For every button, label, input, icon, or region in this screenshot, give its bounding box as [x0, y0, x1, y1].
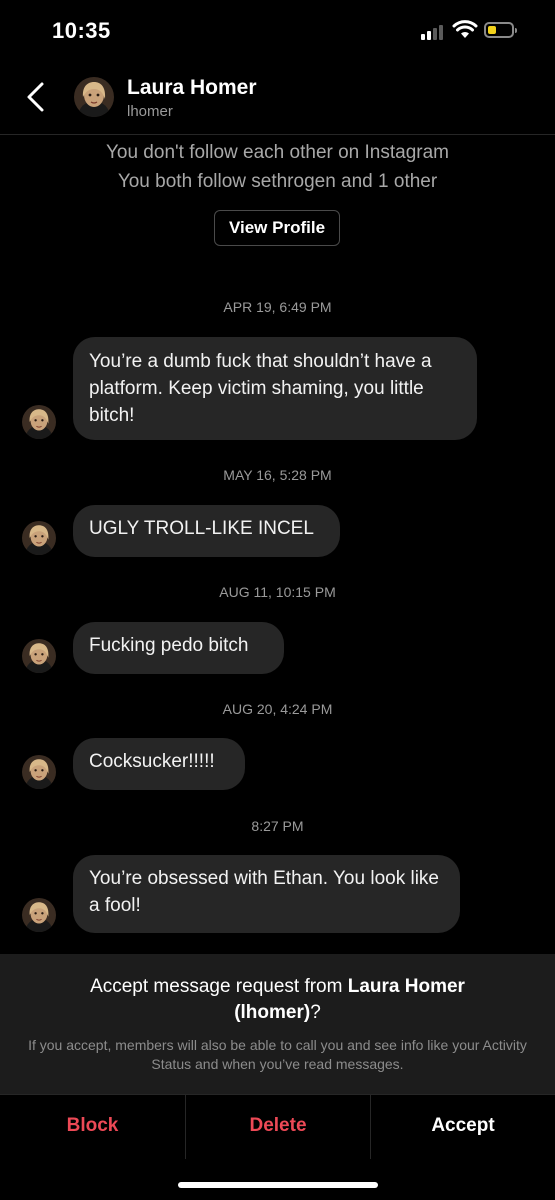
sender-avatar[interactable] — [22, 898, 56, 932]
prompt-username: (lhomer) — [234, 1002, 311, 1023]
header-username: lhomer — [127, 103, 173, 120]
accept-request-note: If you accept, members will also be able… — [28, 1037, 527, 1072]
back-chevron-icon[interactable] — [22, 80, 52, 114]
message-timestamp: AUG 11, 10:15 PM — [219, 584, 336, 600]
view-profile-button[interactable]: View Profile — [214, 210, 340, 246]
sender-avatar[interactable] — [22, 755, 56, 789]
message-bubble[interactable]: You’re a dumb fuck that shouldn’t have a… — [73, 337, 477, 440]
status-time: 10:35 — [52, 18, 111, 43]
prompt-prefix: Accept message request from — [90, 976, 348, 997]
block-button[interactable]: Block — [0, 1095, 185, 1159]
prompt-suffix: ? — [310, 1002, 321, 1023]
sender-avatar[interactable] — [22, 639, 56, 673]
message-bubble[interactable]: UGLY TROLL-LIKE INCEL — [73, 505, 340, 557]
message-timestamp: MAY 16, 5:28 PM — [223, 467, 332, 483]
header-avatar[interactable] — [74, 77, 114, 117]
delete-button[interactable]: Delete — [186, 1095, 370, 1159]
message-timestamp: APR 19, 6:49 PM — [223, 299, 332, 315]
header-name[interactable]: Laura Homer — [127, 76, 257, 100]
mutual-follow-text: You both follow sethrogen and 1 other — [117, 171, 438, 192]
message-bubble[interactable]: Fucking pedo bitch — [73, 622, 284, 674]
follow-status-text: You don't follow each other on Instagram — [105, 142, 450, 163]
home-indicator[interactable] — [178, 1182, 378, 1188]
accept-request-prompt: Accept message request from Laura Homer … — [30, 974, 525, 1026]
request-action-bar: Block Delete Accept — [0, 1094, 555, 1159]
message-timestamp: AUG 20, 4:24 PM — [222, 701, 333, 717]
status-bar: 10:35 — [0, 0, 555, 60]
sender-avatar[interactable] — [22, 405, 56, 439]
battery-icon — [484, 22, 517, 38]
prompt-name: Laura Homer — [347, 976, 465, 997]
wifi-icon — [452, 20, 478, 38]
accept-button[interactable]: Accept — [371, 1095, 555, 1159]
sender-avatar[interactable] — [22, 521, 56, 555]
message-timestamp: 8:27 PM — [251, 818, 304, 834]
message-bubble[interactable]: You’re obsessed with Ethan. You look lik… — [73, 855, 460, 933]
message-bubble[interactable]: Cocksucker!!!!! — [73, 738, 245, 790]
signal-icon — [421, 24, 447, 40]
